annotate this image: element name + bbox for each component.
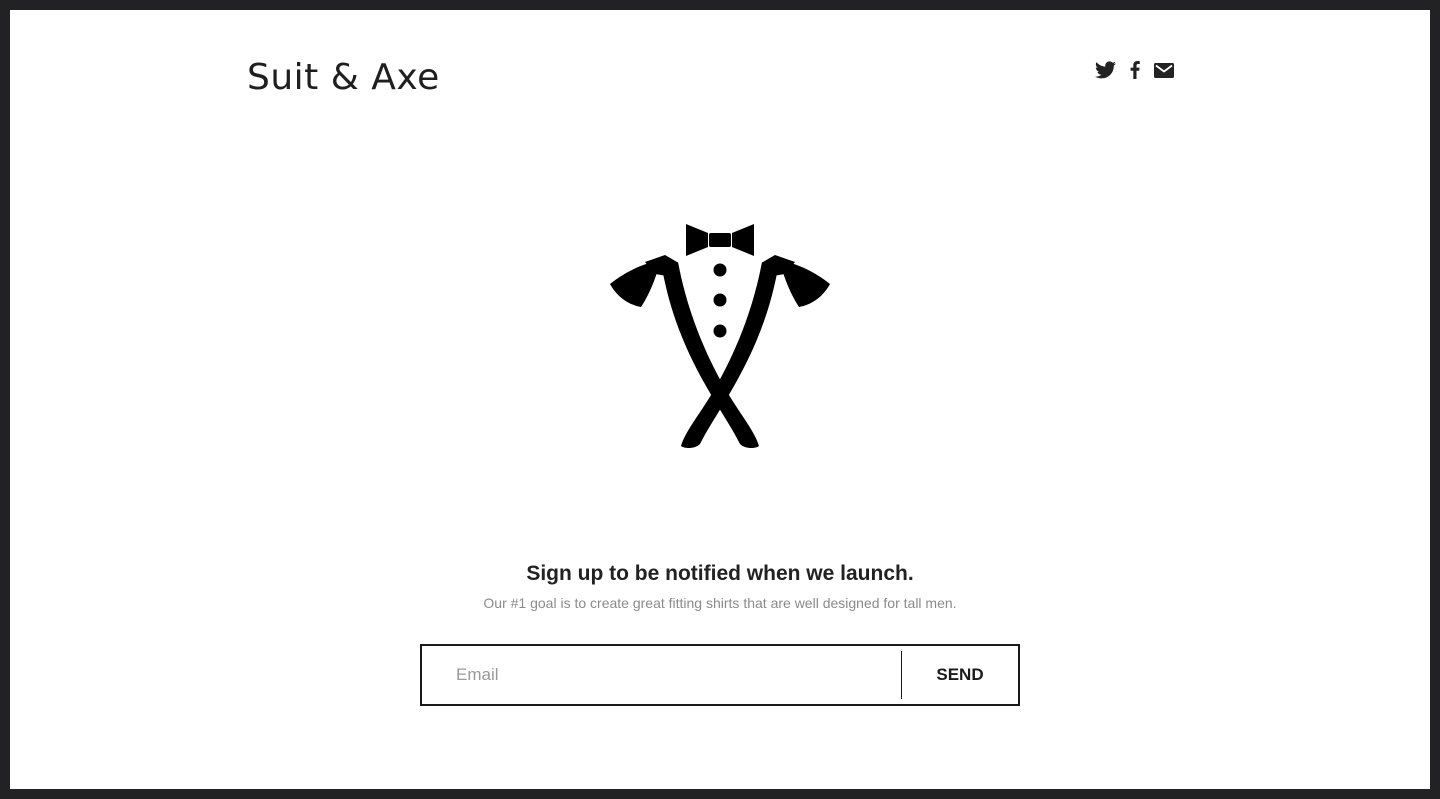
signup-subtitle: Our #1 goal is to create great fitting s… [483, 595, 957, 611]
facebook-icon [1130, 61, 1140, 79]
site-header: Suit & Axe [10, 10, 1430, 140]
social-links [1095, 61, 1174, 79]
mail-icon [1154, 62, 1174, 78]
send-button[interactable]: SEND [902, 646, 1018, 704]
site-logo[interactable]: Suit & Axe [247, 60, 440, 96]
crossed-axes-tuxedo-icon [605, 210, 835, 450]
twitter-link[interactable] [1095, 61, 1116, 79]
email-link[interactable] [1154, 62, 1174, 78]
page-frame: Suit & Axe Sign up to be notified when w… [10, 10, 1430, 789]
twitter-icon [1095, 61, 1116, 79]
email-input[interactable] [422, 646, 901, 704]
facebook-link[interactable] [1130, 61, 1140, 79]
bow-tie-icon [686, 224, 754, 256]
signup-heading: Sign up to be notified when we launch. [526, 562, 914, 585]
signup-form: SEND [420, 644, 1020, 706]
